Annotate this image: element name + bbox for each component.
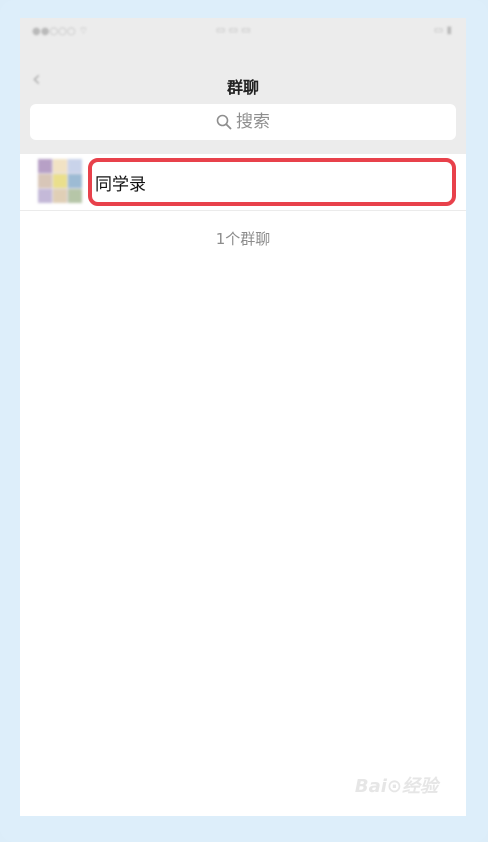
search-area: 搜索 (20, 104, 466, 154)
status-time: ▭ ▭ ▭ (216, 25, 251, 36)
carrier-signal: ●●○○○ ⌔ (32, 26, 89, 37)
navigation-bar: ‹ 群聊 (20, 44, 466, 104)
search-icon (216, 114, 232, 130)
search-placeholder: 搜索 (236, 112, 270, 132)
watermark-logo: Bai⊙经验 (354, 776, 438, 797)
phone-screen: ●●○○○ ⌔ ▭ ▭ ▭ ▭ ▮ ‹ 群聊 搜索 同学录 1个群聊 Bai⊙经… (20, 18, 466, 816)
page-title: 群聊 (226, 78, 259, 97)
list-item-group[interactable]: 同学录 (20, 154, 466, 211)
group-count-label: 1个群聊 (215, 230, 271, 248)
search-input[interactable]: 搜索 (30, 104, 456, 140)
highlight-annotation (88, 158, 456, 206)
battery-icon: ▭ ▮ (433, 25, 452, 36)
group-avatar (38, 159, 82, 203)
status-bar: ●●○○○ ⌔ ▭ ▭ ▭ ▭ ▮ (20, 18, 466, 44)
